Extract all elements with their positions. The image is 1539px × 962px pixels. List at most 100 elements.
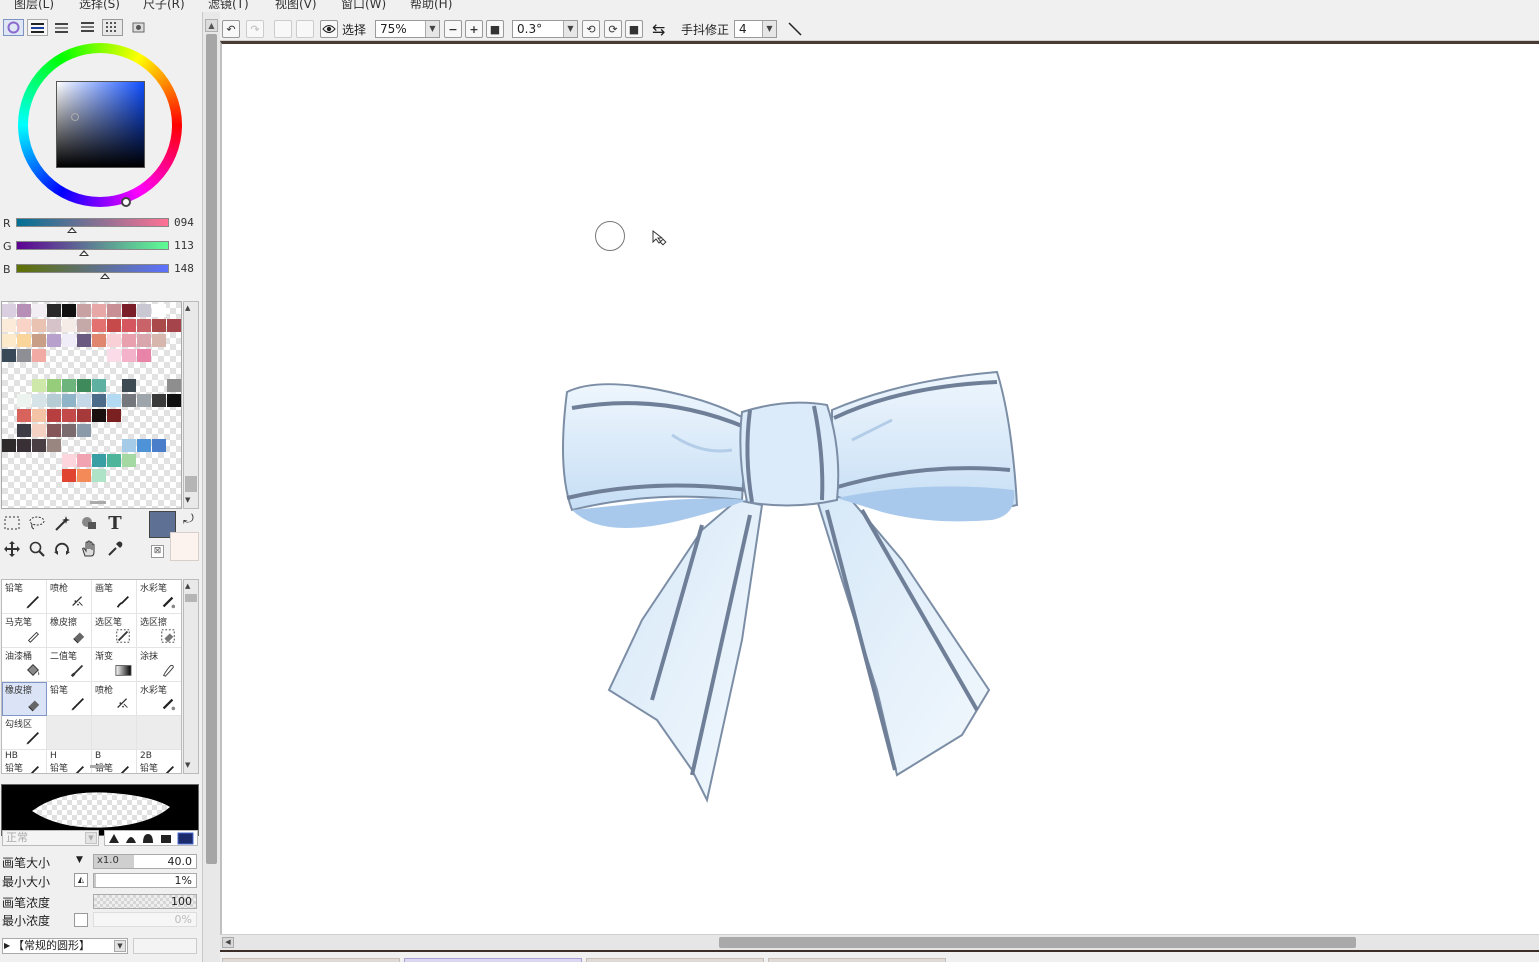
color-swatch[interactable]: [92, 454, 106, 467]
color-swatch[interactable]: [77, 334, 91, 347]
rect-select-tool[interactable]: [0, 512, 24, 534]
color-swatch[interactable]: [137, 304, 151, 317]
color-swatch[interactable]: [107, 394, 121, 407]
blue-slider-track[interactable]: [16, 264, 169, 273]
shape-tool[interactable]: [77, 512, 101, 534]
empty-brush-slot[interactable]: [92, 716, 137, 750]
color-swatch[interactable]: [152, 319, 166, 332]
brush-slot[interactable]: 水彩笔: [137, 580, 181, 614]
brush-grid-scrollbar[interactable]: ▲ ▼: [183, 579, 199, 774]
canvas-scroll-thumb[interactable]: [719, 937, 1356, 948]
scroll-up-arrow-icon[interactable]: ▲: [205, 19, 218, 32]
color-swatch[interactable]: [2, 304, 16, 317]
redo-icon[interactable]: ↷: [246, 20, 264, 38]
color-swatch[interactable]: [2, 349, 16, 362]
color-swatch[interactable]: [167, 319, 181, 332]
brush-slot[interactable]: 选区笔: [92, 614, 137, 648]
brush-slot[interactable]: 勾线区: [2, 716, 47, 750]
color-swatch[interactable]: [122, 304, 136, 317]
color-swatch[interactable]: [32, 394, 46, 407]
color-swatch[interactable]: [47, 394, 61, 407]
color-swatch[interactable]: [47, 424, 61, 437]
color-swatch[interactable]: [92, 409, 106, 422]
color-swatch[interactable]: [17, 319, 31, 332]
brush-slot[interactable]: 油漆桶: [2, 648, 47, 682]
brush-slot[interactable]: 水彩笔: [137, 682, 181, 716]
document-tab[interactable]: [222, 958, 400, 962]
color-swatch[interactable]: [77, 454, 91, 467]
red-value[interactable]: 094: [174, 216, 194, 229]
scroll-down-arrow-icon[interactable]: ▼: [185, 496, 190, 504]
brush-shape-select[interactable]: ▶ 【常规的圆形】 ▼: [2, 938, 128, 954]
rotate-left-icon[interactable]: ⟲: [582, 20, 600, 38]
menu-view[interactable]: 视图(V): [275, 0, 317, 12]
color-swatch[interactable]: [137, 334, 151, 347]
secondary-color-chip[interactable]: [170, 532, 199, 561]
color-swatch[interactable]: [92, 394, 106, 407]
red-slider-track[interactable]: [16, 218, 169, 227]
document-tab[interactable]: [768, 958, 946, 962]
chevron-down-icon[interactable]: ▼: [76, 855, 83, 865]
color-swatch[interactable]: [122, 349, 136, 362]
brush-slot[interactable]: 喷枪: [47, 580, 92, 614]
left-panel-scrollbar[interactable]: ▲: [202, 12, 220, 962]
scroll-down-arrow-icon[interactable]: ▼: [185, 761, 190, 769]
document-tab-active[interactable]: [404, 958, 582, 962]
green-slider-track[interactable]: [16, 241, 169, 250]
brush-slot[interactable]: 2B 铅笔: [137, 750, 181, 773]
color-swatch[interactable]: [167, 379, 181, 392]
color-swatch[interactable]: [107, 304, 121, 317]
color-swatch[interactable]: [47, 319, 61, 332]
color-swatch[interactable]: [47, 409, 61, 422]
canvas-horizontal-scrollbar[interactable]: ◀: [220, 934, 1539, 950]
color-swatch[interactable]: [47, 334, 61, 347]
min-density-slider[interactable]: 0%: [93, 912, 197, 927]
scroll-left-arrow-icon[interactable]: ◀: [222, 937, 234, 948]
color-swatch[interactable]: [32, 304, 46, 317]
brush-density-slider[interactable]: 100: [93, 894, 197, 909]
color-swatch[interactable]: [152, 304, 166, 317]
saturation-value-square[interactable]: [56, 81, 145, 168]
panel-splitter-grip[interactable]: [90, 501, 106, 504]
color-swatch[interactable]: [62, 454, 76, 467]
rotation-combo[interactable]: 0.3° ▼: [512, 20, 578, 38]
blend-mode-select[interactable]: 正常 ▼: [2, 830, 99, 846]
brush-size-slider[interactable]: x1.0 40.0: [93, 854, 197, 869]
brush-slot[interactable]: 二值笔: [47, 648, 92, 682]
rgb-slider-mode-button[interactable]: [27, 19, 48, 36]
pressure-density-checkbox[interactable]: [74, 913, 88, 927]
color-swatch[interactable]: [107, 319, 121, 332]
blue-slider-handle[interactable]: [99, 273, 110, 279]
blue-value[interactable]: 148: [174, 262, 194, 275]
color-swatch[interactable]: [122, 439, 136, 452]
color-swatch[interactable]: [92, 304, 106, 317]
deselect-icon[interactable]: [274, 20, 292, 38]
hand-tool[interactable]: [77, 538, 101, 560]
color-swatch[interactable]: [17, 334, 31, 347]
text-tool[interactable]: T: [103, 512, 127, 534]
pressure-size-icon[interactable]: ◭: [74, 873, 88, 887]
color-swatch[interactable]: [77, 379, 91, 392]
hue-ring[interactable]: [18, 43, 182, 207]
color-swatch[interactable]: [32, 424, 46, 437]
color-swatch[interactable]: [152, 394, 166, 407]
brush-slot[interactable]: 马克笔: [2, 614, 47, 648]
zoom-out-icon[interactable]: −: [444, 20, 462, 38]
undo-icon[interactable]: ↶: [222, 20, 240, 38]
eye-icon[interactable]: [320, 20, 338, 38]
color-swatch[interactable]: [92, 334, 106, 347]
mixer-mode-button[interactable]: [77, 19, 98, 36]
brush-tip-shape-selector[interactable]: [104, 830, 198, 846]
color-swatch[interactable]: [32, 334, 46, 347]
color-swatch[interactable]: [47, 379, 61, 392]
color-swatch[interactable]: [77, 409, 91, 422]
color-swatch[interactable]: [47, 304, 61, 317]
color-swatch[interactable]: [62, 409, 76, 422]
transparent-color-icon[interactable]: ⊠: [151, 545, 164, 558]
color-swatch[interactable]: [17, 424, 31, 437]
color-swatch[interactable]: [122, 454, 136, 467]
rotate-tool[interactable]: [50, 538, 74, 560]
color-swatch[interactable]: [107, 334, 121, 347]
magic-wand-tool[interactable]: [50, 512, 74, 534]
sv-picker-cursor[interactable]: [71, 113, 79, 121]
